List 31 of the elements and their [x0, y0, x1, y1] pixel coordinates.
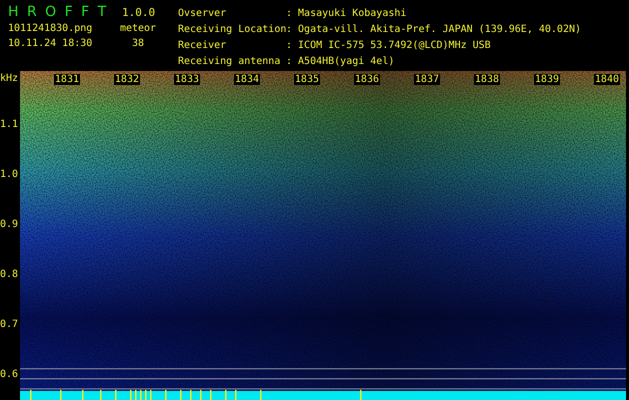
time-label: 1835	[294, 74, 320, 85]
date-time: 10.11.24 18:30	[8, 37, 94, 50]
time-label: 1831	[54, 74, 80, 85]
frequency-label: 1.1	[0, 118, 20, 132]
frequency-label: 0.8	[0, 268, 20, 282]
frequency-label: 0.9	[0, 218, 20, 232]
app-title: H R O F F T	[8, 4, 108, 20]
time-label: 1840	[594, 74, 620, 85]
time-label: 1839	[534, 74, 560, 85]
info-value: : Ogata-vill. Akita-Pref. JAPAN (139.96E, 40.02N)	[286, 23, 582, 37]
meteor-count: 38	[130, 37, 146, 50]
time-label: 1833	[174, 74, 200, 85]
info-label: Ovserver	[178, 7, 228, 21]
time-label: 1836	[354, 74, 380, 85]
frequency-label: 0.7	[0, 318, 20, 332]
time-label: 1834	[234, 74, 260, 85]
time-label: 1837	[414, 74, 440, 85]
meteor-label: meteor	[118, 22, 158, 35]
info-label: Receiving antenna	[178, 55, 282, 69]
info-label: Receiving Location	[178, 23, 286, 37]
info-value: : ICOM IC-575 53.7492(@LCD)MHz USB	[286, 39, 492, 53]
file-name: 1011241830.png	[8, 22, 94, 35]
frequency-label: 0.6	[0, 368, 20, 382]
unit-label: kHz	[0, 73, 20, 86]
info-value: : A504HB(yagi 4el)	[286, 55, 396, 69]
info-value: : Masayuki Kobayashi	[286, 7, 408, 21]
time-label: 1838	[474, 74, 500, 85]
time-label: 1832	[114, 74, 140, 85]
info-label: Receiver	[178, 39, 228, 53]
frequency-label: 1.0	[0, 168, 20, 182]
version-label: 1.0.0	[121, 6, 156, 18]
